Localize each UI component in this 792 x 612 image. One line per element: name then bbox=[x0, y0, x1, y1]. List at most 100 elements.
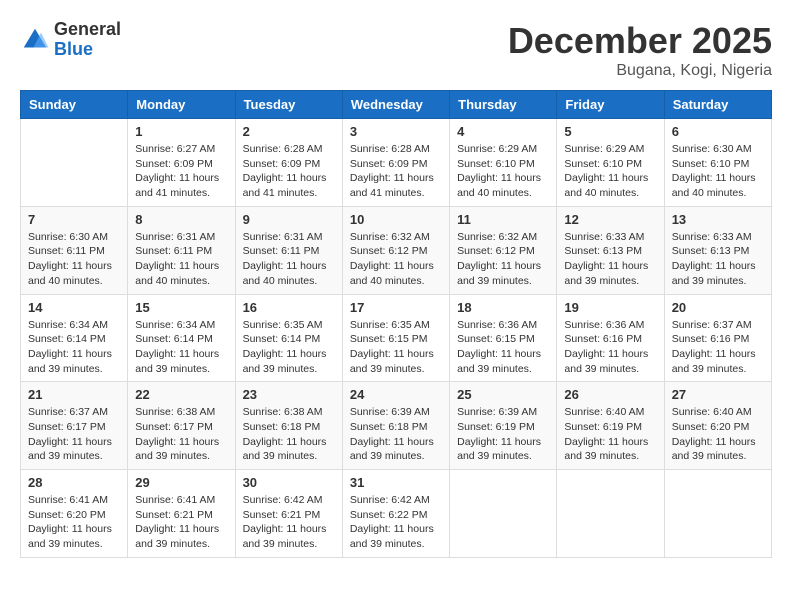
calendar-cell: 16 Sunrise: 6:35 AM Sunset: 6:14 PM Dayli… bbox=[235, 294, 342, 382]
logo: General Blue bbox=[20, 20, 121, 60]
calendar-cell bbox=[557, 470, 664, 558]
day-number: 22 bbox=[135, 387, 227, 402]
day-info: Sunrise: 6:37 AM Sunset: 6:17 PM Dayligh… bbox=[28, 405, 120, 464]
day-info: Sunrise: 6:41 AM Sunset: 6:20 PM Dayligh… bbox=[28, 493, 120, 552]
day-info: Sunrise: 6:31 AM Sunset: 6:11 PM Dayligh… bbox=[135, 230, 227, 289]
day-number: 25 bbox=[457, 387, 549, 402]
calendar-cell bbox=[450, 470, 557, 558]
calendar-cell: 12Sunrise: 6:33 AM Sunset: 6:13 PM Dayli… bbox=[557, 206, 664, 294]
calendar-cell: 11 Sunrise: 6:32 AM Sunset: 6:12 PM Dayli… bbox=[450, 206, 557, 294]
day-number: 2 bbox=[243, 124, 335, 139]
day-info: Sunrise: 6:29 AM Sunset: 6:10 PM Dayligh… bbox=[457, 142, 549, 201]
day-number: 1 bbox=[135, 124, 227, 139]
day-info: Sunrise: 6:34 AM Sunset: 6:14 PM Dayligh… bbox=[135, 318, 227, 377]
day-number: 27 bbox=[672, 387, 764, 402]
weekday-header-friday: Friday bbox=[557, 91, 664, 119]
day-number: 10 bbox=[350, 212, 442, 227]
day-number: 5 bbox=[564, 124, 656, 139]
calendar-cell bbox=[21, 119, 128, 207]
day-info: Sunrise: 6:39 AM Sunset: 6:18 PM Dayligh… bbox=[350, 405, 442, 464]
day-info: Sunrise: 6:38 AM Sunset: 6:18 PM Dayligh… bbox=[243, 405, 335, 464]
calendar-cell: 23 Sunrise: 6:38 AM Sunset: 6:18 PM Dayli… bbox=[235, 382, 342, 470]
title-section: December 2025 Bugana, Kogi, Nigeria bbox=[508, 20, 772, 80]
calendar-cell: 24Sunrise: 6:39 AM Sunset: 6:18 PM Dayli… bbox=[342, 382, 449, 470]
day-info: Sunrise: 6:30 AM Sunset: 6:11 PM Dayligh… bbox=[28, 230, 120, 289]
day-number: 21 bbox=[28, 387, 120, 402]
day-info: Sunrise: 6:36 AM Sunset: 6:15 PM Dayligh… bbox=[457, 318, 549, 377]
day-number: 16 bbox=[243, 300, 335, 315]
calendar-cell: 13 Sunrise: 6:33 AM Sunset: 6:13 PM Dayli… bbox=[664, 206, 771, 294]
calendar-cell: 26 Sunrise: 6:40 AM Sunset: 6:19 PM Dayli… bbox=[557, 382, 664, 470]
day-number: 14 bbox=[28, 300, 120, 315]
day-number: 19 bbox=[564, 300, 656, 315]
weekday-header-sunday: Sunday bbox=[21, 91, 128, 119]
calendar-cell: 20Sunrise: 6:37 AM Sunset: 6:16 PM Dayli… bbox=[664, 294, 771, 382]
calendar-cell: 5Sunrise: 6:29 AM Sunset: 6:10 PM Daylig… bbox=[557, 119, 664, 207]
day-number: 9 bbox=[243, 212, 335, 227]
calendar-cell: 7Sunrise: 6:30 AM Sunset: 6:11 PM Daylig… bbox=[21, 206, 128, 294]
day-info: Sunrise: 6:33 AM Sunset: 6:13 PM Dayligh… bbox=[672, 230, 764, 289]
day-number: 29 bbox=[135, 475, 227, 490]
weekday-header-saturday: Saturday bbox=[664, 91, 771, 119]
calendar-week-row: 14 Sunrise: 6:34 AM Sunset: 6:14 PM Dayli… bbox=[21, 294, 772, 382]
month-title: December 2025 bbox=[508, 20, 772, 62]
weekday-header-wednesday: Wednesday bbox=[342, 91, 449, 119]
calendar-cell: 29Sunrise: 6:41 AM Sunset: 6:21 PM Dayli… bbox=[128, 470, 235, 558]
day-info: Sunrise: 6:28 AM Sunset: 6:09 PM Dayligh… bbox=[243, 142, 335, 201]
calendar-week-row: 28 Sunrise: 6:41 AM Sunset: 6:20 PM Dayli… bbox=[21, 470, 772, 558]
day-number: 23 bbox=[243, 387, 335, 402]
day-number: 12 bbox=[564, 212, 656, 227]
weekday-header-tuesday: Tuesday bbox=[235, 91, 342, 119]
day-info: Sunrise: 6:28 AM Sunset: 6:09 PM Dayligh… bbox=[350, 142, 442, 201]
calendar-cell: 25 Sunrise: 6:39 AM Sunset: 6:19 PM Dayli… bbox=[450, 382, 557, 470]
calendar-cell: 18Sunrise: 6:36 AM Sunset: 6:15 PM Dayli… bbox=[450, 294, 557, 382]
logo-icon bbox=[20, 25, 50, 55]
calendar-header-row: SundayMondayTuesdayWednesdayThursdayFrid… bbox=[21, 91, 772, 119]
page-header: General Blue December 2025 Bugana, Kogi,… bbox=[20, 20, 772, 80]
day-number: 3 bbox=[350, 124, 442, 139]
calendar-cell: 8 Sunrise: 6:31 AM Sunset: 6:11 PM Daylig… bbox=[128, 206, 235, 294]
day-info: Sunrise: 6:42 AM Sunset: 6:21 PM Dayligh… bbox=[243, 493, 335, 552]
day-number: 20 bbox=[672, 300, 764, 315]
day-info: Sunrise: 6:39 AM Sunset: 6:19 PM Dayligh… bbox=[457, 405, 549, 464]
day-number: 8 bbox=[135, 212, 227, 227]
day-info: Sunrise: 6:40 AM Sunset: 6:19 PM Dayligh… bbox=[564, 405, 656, 464]
calendar-cell: 10 Sunrise: 6:32 AM Sunset: 6:12 PM Dayli… bbox=[342, 206, 449, 294]
day-number: 31 bbox=[350, 475, 442, 490]
logo-general-text: General bbox=[54, 20, 121, 40]
day-info: Sunrise: 6:34 AM Sunset: 6:14 PM Dayligh… bbox=[28, 318, 120, 377]
day-number: 13 bbox=[672, 212, 764, 227]
day-info: Sunrise: 6:35 AM Sunset: 6:15 PM Dayligh… bbox=[350, 318, 442, 377]
calendar-cell: 21 Sunrise: 6:37 AM Sunset: 6:17 PM Dayli… bbox=[21, 382, 128, 470]
calendar-cell: 30Sunrise: 6:42 AM Sunset: 6:21 PM Dayli… bbox=[235, 470, 342, 558]
day-info: Sunrise: 6:38 AM Sunset: 6:17 PM Dayligh… bbox=[135, 405, 227, 464]
day-number: 6 bbox=[672, 124, 764, 139]
day-info: Sunrise: 6:40 AM Sunset: 6:20 PM Dayligh… bbox=[672, 405, 764, 464]
calendar-cell: 14 Sunrise: 6:34 AM Sunset: 6:14 PM Dayli… bbox=[21, 294, 128, 382]
calendar-cell: 3 Sunrise: 6:28 AM Sunset: 6:09 PM Daylig… bbox=[342, 119, 449, 207]
calendar-cell: 19Sunrise: 6:36 AM Sunset: 6:16 PM Dayli… bbox=[557, 294, 664, 382]
day-info: Sunrise: 6:35 AM Sunset: 6:14 PM Dayligh… bbox=[243, 318, 335, 377]
day-info: Sunrise: 6:42 AM Sunset: 6:22 PM Dayligh… bbox=[350, 493, 442, 552]
logo-blue-text: Blue bbox=[54, 40, 121, 60]
day-number: 4 bbox=[457, 124, 549, 139]
calendar-cell: 31 Sunrise: 6:42 AM Sunset: 6:22 PM Dayli… bbox=[342, 470, 449, 558]
day-number: 17 bbox=[350, 300, 442, 315]
weekday-header-monday: Monday bbox=[128, 91, 235, 119]
day-number: 26 bbox=[564, 387, 656, 402]
calendar-cell: 1Sunrise: 6:27 AM Sunset: 6:09 PM Daylig… bbox=[128, 119, 235, 207]
calendar-cell bbox=[664, 470, 771, 558]
calendar-cell: 2 Sunrise: 6:28 AM Sunset: 6:09 PM Daylig… bbox=[235, 119, 342, 207]
calendar-week-row: 1Sunrise: 6:27 AM Sunset: 6:09 PM Daylig… bbox=[21, 119, 772, 207]
calendar-cell: 9Sunrise: 6:31 AM Sunset: 6:11 PM Daylig… bbox=[235, 206, 342, 294]
calendar-cell: 15Sunrise: 6:34 AM Sunset: 6:14 PM Dayli… bbox=[128, 294, 235, 382]
day-info: Sunrise: 6:32 AM Sunset: 6:12 PM Dayligh… bbox=[350, 230, 442, 289]
calendar-week-row: 21 Sunrise: 6:37 AM Sunset: 6:17 PM Dayli… bbox=[21, 382, 772, 470]
day-number: 28 bbox=[28, 475, 120, 490]
calendar-cell: 28 Sunrise: 6:41 AM Sunset: 6:20 PM Dayli… bbox=[21, 470, 128, 558]
day-info: Sunrise: 6:30 AM Sunset: 6:10 PM Dayligh… bbox=[672, 142, 764, 201]
day-info: Sunrise: 6:32 AM Sunset: 6:12 PM Dayligh… bbox=[457, 230, 549, 289]
day-number: 11 bbox=[457, 212, 549, 227]
calendar-cell: 4 Sunrise: 6:29 AM Sunset: 6:10 PM Daylig… bbox=[450, 119, 557, 207]
calendar-table: SundayMondayTuesdayWednesdayThursdayFrid… bbox=[20, 90, 772, 558]
